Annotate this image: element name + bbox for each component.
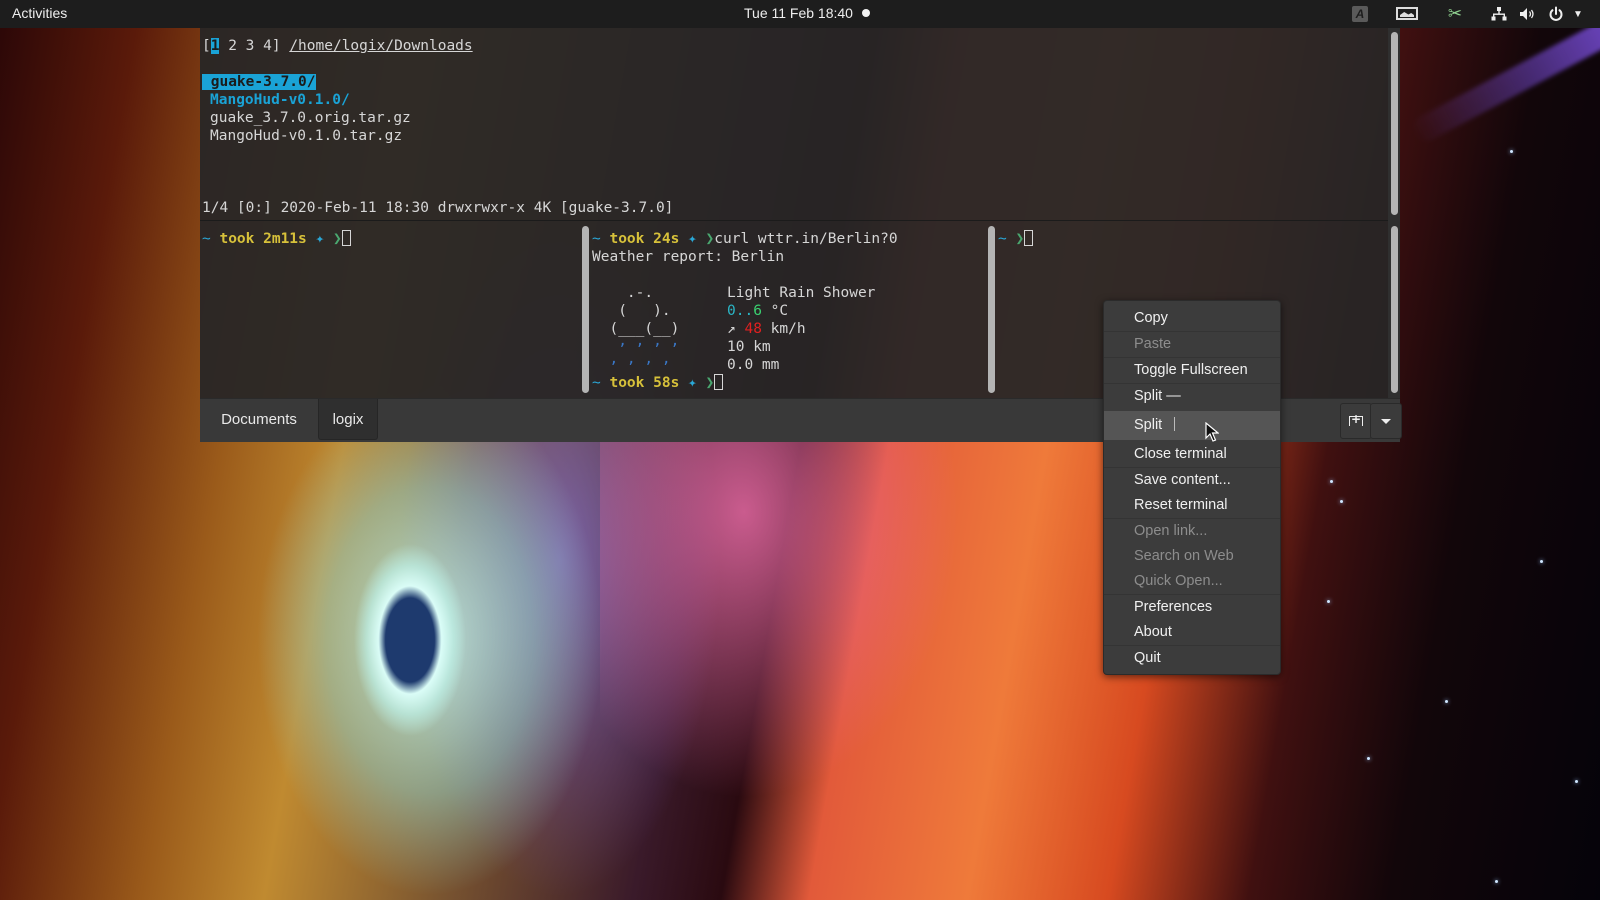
menu-item-close-terminal[interactable]: Close terminal [1104,442,1280,467]
weather-precipitation: 0.0 mm [727,357,780,373]
tab-label: logix [332,410,364,428]
prompt-star-icon: ✦ [688,231,697,247]
wallpaper-star [1510,150,1513,153]
prompt-line: ~ ❯ [998,230,1034,248]
bottom-pane-scrollbar[interactable] [1391,226,1398,393]
menu-item-split-horizontal[interactable]: Split — [1104,384,1280,409]
status-line: 1/4 [0:] 2020-Feb-11 18:30 drwxrwxr-x 4K… [202,200,674,216]
weather-art-rain: ‚ ‚ ‚ ‚ [592,333,689,349]
workspace-tabs[interactable]: 2 3 4] [219,38,280,54]
power-icon[interactable] [1547,4,1565,24]
prompt-arrow-icon: ❯ [705,375,715,391]
top-bar: Activities Tue 11 Feb 18:40 A ✂ ▼ [0,0,1600,28]
terminal-pane-left[interactable]: ~ took 2m11s ✦ ❯ [200,221,582,426]
current-path: /home/logix/Downloads [289,38,473,54]
wallpaper-nebula [600,440,960,800]
clipboard-indicator-icon[interactable]: ✂ [1444,4,1466,24]
wallpaper-star [1575,780,1578,783]
new-tab-button[interactable] [1340,403,1372,439]
workspace-path-line: [1 2 3 4] /home/logix/Downloads [202,37,473,55]
prompt-line: ~ took 24s ✦ ❯curl wttr.in/Berlin?0 [592,231,898,247]
weather-temperature: 0..6 °C [727,303,789,319]
volume-icon[interactable] [1518,4,1536,24]
left-pane-scrollbar[interactable] [582,226,589,393]
wallpaper-star [1445,700,1448,703]
vertical-split-icon [1174,417,1176,431]
file-entry[interactable]: guake_3.7.0.orig.tar.gz [210,109,411,127]
prompt-line: ~ took 58s ✦ ❯ [592,374,724,392]
tab-menu-button[interactable] [1370,403,1402,439]
file-entry-selected[interactable]: guake-3.7.0/ [202,73,316,91]
tab-logix[interactable]: logix [318,399,378,440]
prompt-arrow-icon: ❯ [1015,231,1025,247]
tab-label: Documents [221,410,297,428]
screenshot-icon[interactable] [1396,7,1418,20]
weather-wind: ↗ 48 km/h [727,321,806,337]
weather-condition: Light Rain Shower [727,285,876,301]
prompt-line: ~ took 2m11s ✦ ❯ [202,230,351,248]
notification-dot-icon [862,9,870,17]
system-menu-caret-icon[interactable]: ▼ [1571,4,1585,24]
menu-item-toggle-fullscreen[interactable]: Toggle Fullscreen [1104,358,1280,383]
top-pane-scrollbar[interactable] [1391,32,1398,215]
terminal-pane-top[interactable]: [1 2 3 4] /home/logix/Downloads guake-3.… [200,28,1388,220]
middle-pane-scrollbar[interactable] [988,226,995,393]
wallpaper-star [1540,560,1543,563]
chevron-down-icon [1381,418,1391,424]
menu-item-reset-terminal[interactable]: Reset terminal [1104,493,1280,518]
wallpaper-star [1327,600,1330,603]
prompt-star-icon: ✦ [688,375,697,391]
menu-item-preferences[interactable]: Preferences [1104,595,1280,620]
network-icon[interactable] [1490,4,1508,24]
prompt-arrow-icon: ❯ [332,231,342,247]
context-menu: Copy Paste Toggle Fullscreen Split — Spl… [1103,300,1281,675]
wallpaper-star [1367,757,1370,760]
wind-direction-icon: ↗ [727,321,736,337]
weather-visibility: 10 km [727,339,771,355]
file-entry-dir[interactable]: MangoHud-v0.1.0/ [210,91,350,109]
weather-art-rain: ‚ ‚ ‚ ‚ [592,351,689,367]
date-time-button[interactable]: Tue 11 Feb 18:40 [744,5,853,21]
wallpaper-star [1340,500,1343,503]
tab-documents[interactable]: Documents [200,399,318,439]
file-entry[interactable]: MangoHud-v0.1.0.tar.gz [210,127,402,145]
menu-item-label: Split [1134,417,1163,433]
menu-item-quit[interactable]: Quit [1104,646,1280,671]
menu-item-about[interactable]: About [1104,620,1280,645]
keyboard-layout-icon[interactable]: A [1352,6,1368,22]
menu-item-save-content[interactable]: Save content... [1104,468,1280,493]
workspace-bracket: [ [202,38,211,54]
prompt-star-icon: ✦ [315,231,325,247]
weather-art: .-. [592,285,689,301]
terminal-cursor [714,374,724,390]
wallpaper-star [1495,880,1498,883]
wallpaper-star [1330,480,1333,483]
weather-art: ( ). [592,303,689,319]
menu-item-split-vertical[interactable]: Split [1104,411,1280,440]
terminal-cursor [341,230,351,246]
menu-item-open-link[interactable]: Open link... [1104,519,1280,544]
prompt-arrow-icon: ❯ [705,231,715,247]
menu-item-search-on-web[interactable]: Search on Web [1104,544,1280,569]
new-tab-icon [1349,412,1363,426]
menu-item-paste[interactable]: Paste [1104,332,1280,357]
command-text: curl wttr.in/Berlin?0 [714,231,898,247]
terminal-pane-middle[interactable]: ~ took 24s ✦ ❯curl wttr.in/Berlin?0 Weat… [590,221,990,426]
weather-report-title: Weather report: Berlin [592,249,785,265]
activities-button[interactable]: Activities [12,5,67,21]
terminal-cursor [1024,230,1034,246]
menu-item-quick-open[interactable]: Quick Open... [1104,569,1280,594]
menu-item-copy[interactable]: Copy [1104,306,1280,331]
